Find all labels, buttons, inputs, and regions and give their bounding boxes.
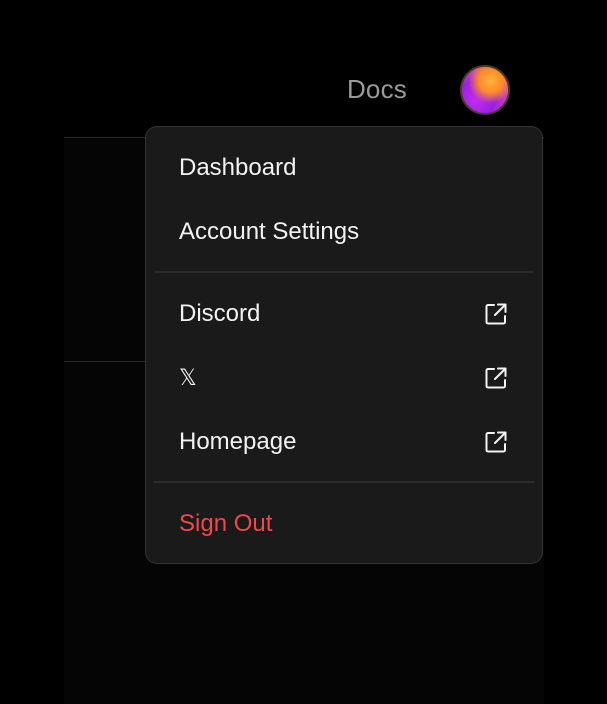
page: Docs Dashboard Account Settings Discord … [0, 0, 607, 704]
x-logo-icon: 𝕏 [179, 365, 197, 391]
sign-out-label: Sign Out [179, 510, 273, 537]
user-avatar-button[interactable] [460, 65, 510, 115]
sign-out-button[interactable]: Sign Out [146, 496, 542, 552]
menu-item-x[interactable]: 𝕏 [146, 350, 542, 406]
menu-item-dashboard[interactable]: Dashboard [146, 140, 542, 196]
menu-item-discord[interactable]: Discord [146, 286, 542, 342]
menu-item-homepage[interactable]: Homepage [146, 414, 542, 470]
menu-divider [154, 481, 534, 483]
menu-item-label: Discord [179, 300, 261, 327]
menu-item-account-settings[interactable]: Account Settings [146, 204, 542, 260]
external-link-icon [485, 431, 507, 453]
menu-item-label: Dashboard [179, 154, 297, 181]
external-link-icon [485, 367, 507, 389]
user-dropdown-menu: Dashboard Account Settings Discord 𝕏 Hom… [145, 126, 543, 564]
docs-link[interactable]: Docs [347, 74, 407, 105]
external-link-icon [485, 303, 507, 325]
menu-item-label: Account Settings [179, 218, 360, 245]
content-divider [64, 361, 154, 362]
menu-item-label: Homepage [179, 428, 297, 455]
menu-divider [154, 271, 534, 273]
